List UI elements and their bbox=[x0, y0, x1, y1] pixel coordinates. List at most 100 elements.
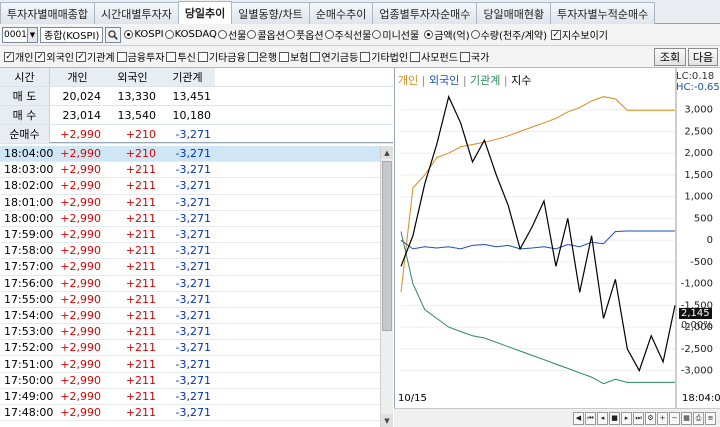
table-cell-frn: +211 bbox=[125, 163, 156, 177]
table-row[interactable]: 18:04:00 +2,990 +210 -3,271 bbox=[0, 146, 380, 163]
market-code-field[interactable]: 0001 bbox=[2, 26, 28, 43]
table-cell-frn: +211 bbox=[125, 179, 156, 193]
tab-4[interactable]: 순매수추이 bbox=[308, 2, 374, 24]
chevron-down-icon[interactable]: ▼ bbox=[28, 26, 38, 43]
search-button[interactable] bbox=[105, 26, 122, 43]
table-cell-inst: -3,271 bbox=[175, 406, 211, 420]
zoom-in-icon[interactable]: + bbox=[657, 411, 668, 425]
radio-toolbar-market_radios-4[interactable]: 풋옵션 bbox=[285, 27, 324, 42]
filter-checkbox-7[interactable]: 보험 bbox=[279, 49, 308, 64]
print-icon[interactable]: ⎙ bbox=[693, 411, 704, 425]
last-icon[interactable]: ⏭ bbox=[633, 411, 644, 425]
table-cell-time: 17:58:00 bbox=[4, 244, 54, 258]
summary-cell: +210 bbox=[125, 127, 156, 141]
filter-label: 사모펀드 bbox=[421, 53, 458, 64]
filter-checkbox-0[interactable]: ✓ 개인 bbox=[4, 49, 33, 64]
check-icon: ✓ bbox=[4, 51, 14, 62]
tab-1[interactable]: 시간대별투자자 bbox=[93, 2, 179, 24]
tab-2[interactable]: 당일추이 bbox=[177, 1, 233, 24]
table-row[interactable]: 17:57:00 +2,990 +211 -3,271 bbox=[0, 259, 380, 276]
table-row[interactable]: 18:00:00 +2,990 +211 -3,271 bbox=[0, 211, 380, 227]
filter-checkbox-9[interactable]: 기타법인 bbox=[360, 49, 408, 64]
grid-icon[interactable]: ▦ bbox=[681, 411, 692, 425]
tab-5[interactable]: 업종별투자자순매수 bbox=[372, 2, 478, 24]
radio-toolbar-market_radios-3[interactable]: 콜옵션 bbox=[247, 27, 285, 42]
radio-toolbar-market_radios-5[interactable]: 주식선물 bbox=[324, 27, 371, 42]
filter-checkbox-6[interactable]: 은행 bbox=[247, 49, 277, 64]
filter-checkbox-2[interactable]: ✓ 기관계 bbox=[76, 49, 115, 64]
table-row[interactable]: 17:50:00 +2,990 +211 -3,271 bbox=[0, 373, 380, 389]
table-row[interactable]: 18:03:00 +2,990 +211 -3,271 bbox=[0, 162, 380, 179]
stop-icon[interactable]: ■ bbox=[609, 411, 620, 425]
table-row[interactable]: 17:51:00 +2,990 +211 -3,271 bbox=[0, 356, 380, 373]
filter-checkbox-10[interactable]: 사모펀드 bbox=[410, 49, 458, 64]
check-icon bbox=[166, 51, 177, 62]
radio-toolbar-market_radios-1[interactable]: KOSDAQ bbox=[164, 27, 217, 42]
radio-toolbar-market_radios-0[interactable]: KOSPI bbox=[124, 27, 164, 42]
table-cell-time: 18:00:00 bbox=[4, 211, 54, 225]
radio-toolbar-market_radios-2[interactable]: 선물 bbox=[217, 27, 246, 42]
table-cell-ind: +2,990 bbox=[60, 308, 101, 322]
caret-left-icon[interactable]: ◀ bbox=[573, 411, 584, 425]
summary-header-cell: 시간 bbox=[0, 68, 50, 86]
query-button[interactable]: 조회 bbox=[654, 48, 686, 66]
zoom-out-icon[interactable]: − bbox=[669, 411, 680, 425]
table-row[interactable]: 17:55:00 +2,990 +211 -3,271 bbox=[0, 292, 380, 308]
summary-cell: 13,540 bbox=[117, 108, 157, 122]
radio-dot-icon bbox=[247, 30, 257, 39]
index-show-checkbox[interactable]: ✓ 지수보이기 bbox=[550, 27, 608, 42]
table-cell-ind: +2,990 bbox=[60, 357, 101, 371]
summary-cell: +2,990 bbox=[60, 127, 101, 141]
filter-checkbox-3[interactable]: 금융투자 bbox=[116, 49, 164, 64]
radio-label: 풋옵션 bbox=[295, 31, 324, 42]
scroll-down-icon[interactable]: ▼ bbox=[381, 414, 393, 427]
table-cell-inst: -3,271 bbox=[175, 179, 211, 193]
tab-0[interactable]: 투자자별매매종합 bbox=[0, 2, 95, 24]
prev-icon[interactable]: ◂ bbox=[597, 411, 608, 425]
tab-6[interactable]: 당일매매현황 bbox=[476, 2, 552, 24]
vertical-scrollbar[interactable]: ▲ ▼ bbox=[380, 146, 393, 427]
filter-checkbox-4[interactable]: 투신 bbox=[166, 49, 196, 64]
filter-checkbox-5[interactable]: 기타금융 bbox=[197, 49, 246, 64]
summary-row: 매 도 20,024 13,330 13,451 bbox=[0, 87, 393, 106]
filter-checkbox-1[interactable]: ✓ 외국인 bbox=[35, 49, 74, 64]
y-tick-label: 3,000 bbox=[684, 105, 713, 116]
table-row[interactable]: 17:58:00 +2,990 +211 -3,271 bbox=[0, 243, 380, 260]
table-cell-frn: +211 bbox=[125, 292, 156, 306]
settings-icon[interactable]: ⚙ bbox=[645, 411, 656, 425]
table-cell-frn: +210 bbox=[125, 147, 156, 161]
legend-separator: | bbox=[500, 74, 512, 87]
table-row[interactable]: 17:59:00 +2,990 +211 -3,271 bbox=[0, 227, 380, 244]
radio-toolbar-unit_radios-1[interactable]: 수량(천주/계약) bbox=[470, 27, 547, 42]
table-row[interactable]: 17:52:00 +2,990 +211 -3,271 bbox=[0, 340, 380, 357]
table-row[interactable]: 17:54:00 +2,990 +211 -3,271 bbox=[0, 308, 380, 325]
filter-checkbox-8[interactable]: 연기금등 bbox=[310, 49, 358, 64]
table-row[interactable]: 17:56:00 +2,990 +211 -3,271 bbox=[0, 276, 380, 292]
table-cell-frn: +211 bbox=[125, 228, 156, 242]
table-row[interactable]: 18:01:00 +2,990 +211 -3,271 bbox=[0, 195, 380, 211]
lc-label: LC:0.18 bbox=[676, 71, 715, 82]
scroll-up-icon[interactable]: ▲ bbox=[381, 146, 393, 159]
radio-toolbar-unit_radios-0[interactable]: 금액(억) bbox=[424, 27, 470, 42]
radio-toolbar-market_radios-6[interactable]: 미니선물 bbox=[372, 27, 419, 42]
tab-3[interactable]: 일별동향/차트 bbox=[231, 2, 310, 24]
series-line-개인 bbox=[400, 96, 675, 293]
table-cell-inst: -3,271 bbox=[175, 373, 211, 387]
market-name-field[interactable]: 종합(KOSPI) bbox=[40, 26, 104, 43]
search-icon bbox=[108, 29, 119, 40]
scroll-thumb[interactable] bbox=[382, 161, 392, 331]
first-icon[interactable]: ⏮ bbox=[585, 411, 596, 425]
summary-cell: 23,014 bbox=[62, 108, 102, 122]
table-row[interactable]: 17:49:00 +2,990 +211 -3,271 bbox=[0, 389, 380, 405]
table-cell-time: 17:56:00 bbox=[4, 276, 54, 290]
table-cell-inst: -3,271 bbox=[175, 147, 211, 161]
next-icon[interactable]: ▸ bbox=[621, 411, 632, 425]
check-icon bbox=[410, 51, 421, 62]
list-icon[interactable]: ≡ bbox=[705, 411, 716, 425]
table-row[interactable]: 18:02:00 +2,990 +211 -3,271 bbox=[0, 178, 380, 195]
filter-checkbox-11[interactable]: 국가 bbox=[459, 49, 489, 64]
next-button[interactable]: 다음 bbox=[688, 48, 718, 66]
table-row[interactable]: 17:48:00 +2,990 +211 -3,271 bbox=[0, 405, 380, 422]
tab-7[interactable]: 투자자별누적순매수 bbox=[550, 2, 656, 24]
table-row[interactable]: 17:53:00 +2,990 +211 -3,271 bbox=[0, 324, 380, 341]
